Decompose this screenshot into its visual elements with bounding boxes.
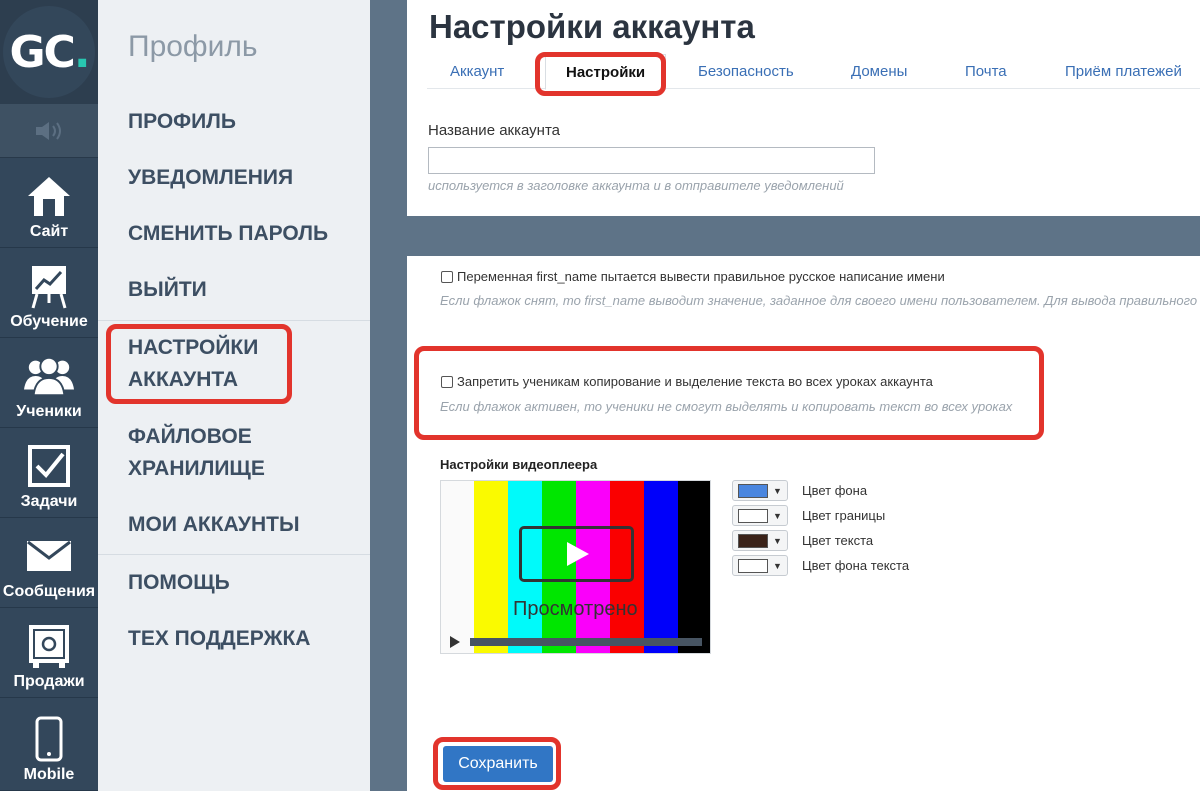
- tab-domains[interactable]: Домены: [851, 63, 907, 80]
- speaker-icon[interactable]: [0, 104, 98, 158]
- no-copy-checkbox[interactable]: [441, 375, 453, 388]
- tab-settings[interactable]: Настройки: [545, 54, 667, 90]
- play-icon: [566, 542, 589, 566]
- no-copy-hint: Если флажок активен, то ученики не смогу…: [440, 399, 1013, 414]
- color-label: Цвет фона: [802, 483, 868, 498]
- menu-divider: [98, 320, 370, 321]
- color-bar: [678, 481, 710, 653]
- color-swatch: [738, 508, 768, 523]
- account-name-label: Название аккаунта: [428, 122, 560, 139]
- menu-item-change-password[interactable]: СМЕНИТЬ ПАРОЛЬ: [128, 218, 328, 250]
- color-swatch: [738, 558, 768, 573]
- color-picker[interactable]: ▼: [732, 505, 788, 526]
- nav-tasks[interactable]: Задачи: [0, 428, 98, 518]
- checkbox-icon: [24, 441, 74, 491]
- tab-account[interactable]: Аккаунт: [450, 63, 504, 80]
- color-bar: [474, 481, 508, 653]
- color-swatch: [738, 483, 768, 498]
- menu-item-notifications[interactable]: УВЕДОМЛЕНИЯ: [128, 162, 293, 194]
- nav-mobile[interactable]: Mobile: [0, 698, 98, 791]
- nav-sales[interactable]: Продажи: [0, 608, 98, 698]
- color-option-background: ▼ Цвет фона: [732, 480, 867, 501]
- tab-payments[interactable]: Приём платежей: [1065, 63, 1182, 80]
- nav-tasks-label: Задачи: [20, 493, 78, 510]
- nav-messages[interactable]: Сообщения: [0, 518, 98, 608]
- player-play-icon[interactable]: [450, 636, 460, 648]
- color-swatch: [738, 533, 768, 548]
- nav-students[interactable]: Ученики: [0, 338, 98, 428]
- progress-bar[interactable]: [470, 638, 702, 646]
- logo-badge: GC.: [3, 6, 95, 98]
- color-option-border: ▼ Цвет границы: [732, 505, 885, 526]
- color-label: Цвет текста: [802, 533, 874, 548]
- page-title: Настройки аккаунта: [429, 8, 755, 45]
- settings-panel: Переменная first_name пытается вывести п…: [407, 256, 1200, 791]
- phone-icon: [24, 714, 74, 764]
- logo[interactable]: GC.: [0, 0, 98, 104]
- color-picker[interactable]: ▼: [732, 555, 788, 576]
- envelope-icon: [24, 531, 74, 581]
- nav-students-label: Ученики: [16, 403, 82, 420]
- menu-item-profile[interactable]: ПРОФИЛЬ: [128, 106, 236, 138]
- house-icon: [24, 171, 74, 221]
- menu-item-my-accounts[interactable]: МОИ АККАУНТЫ: [128, 509, 300, 541]
- nav-site-label: Сайт: [29, 223, 69, 240]
- first-name-hint: Если флажок снят, то first_name выводит …: [440, 293, 1198, 308]
- nav-site[interactable]: Сайт: [0, 158, 98, 248]
- profile-menu: Профиль ПРОФИЛЬ УВЕДОМЛЕНИЯ СМЕНИТЬ ПАРО…: [98, 0, 370, 791]
- chart-board-icon: [24, 261, 74, 311]
- first-name-option[interactable]: Переменная first_name пытается вывести п…: [441, 269, 945, 284]
- first-name-checkbox[interactable]: [441, 270, 453, 283]
- tabs-bar: Аккаунт Настройки Безопасность Домены По…: [427, 54, 1200, 90]
- video-preview: Просмотрено: [440, 480, 711, 654]
- account-name-input[interactable]: [428, 147, 875, 174]
- menu-divider: [98, 554, 370, 555]
- no-copy-label: Запретить ученикам копирование и выделен…: [457, 374, 933, 389]
- no-copy-option[interactable]: Запретить ученикам копирование и выделен…: [441, 374, 933, 389]
- menu-item-tech-support[interactable]: ТЕХ ПОДДЕРЖКА: [128, 623, 310, 655]
- first-name-label: Переменная first_name пытается вывести п…: [457, 269, 945, 284]
- safe-icon: [24, 621, 74, 671]
- color-picker[interactable]: ▼: [732, 530, 788, 551]
- color-bar: [644, 481, 678, 653]
- color-label: Цвет границы: [802, 508, 886, 523]
- color-option-text-background: ▼ Цвет фона текста: [732, 555, 909, 576]
- caret-down-icon: ▼: [773, 535, 782, 546]
- menu-item-logout[interactable]: ВЫЙТИ: [128, 274, 207, 306]
- nav-messages-label: Сообщения: [2, 583, 96, 600]
- play-button[interactable]: [519, 526, 634, 582]
- nav-learning-label: Обучение: [10, 313, 88, 330]
- tab-mail[interactable]: Почта: [965, 63, 1007, 80]
- menu-item-file-storage[interactable]: ФАЙЛОВОЕ ХРАНИЛИЩЕ: [128, 421, 288, 485]
- caret-down-icon: ▼: [773, 485, 782, 496]
- icon-sidebar: GC. Сайт Обучение Ученики Задачи Сообщен…: [0, 0, 98, 791]
- menu-item-help[interactable]: ПОМОЩЬ: [128, 567, 230, 599]
- nav-sales-label: Продажи: [13, 673, 85, 690]
- color-picker[interactable]: ▼: [732, 480, 788, 501]
- nav-mobile-label: Mobile: [23, 766, 75, 783]
- video-player-title: Настройки видеоплеера: [440, 457, 598, 472]
- logo-text: GC.: [9, 26, 90, 78]
- watched-label: Просмотрено: [513, 598, 638, 620]
- color-option-text: ▼ Цвет текста: [732, 530, 873, 551]
- account-name-hint: используется в заголовке аккаунта и в от…: [428, 178, 844, 193]
- save-button[interactable]: Сохранить: [443, 746, 553, 782]
- caret-down-icon: ▼: [773, 560, 782, 571]
- nav-learning[interactable]: Обучение: [0, 248, 98, 338]
- tab-security[interactable]: Безопасность: [698, 63, 794, 80]
- caret-down-icon: ▼: [773, 510, 782, 521]
- account-panel: Настройки аккаунта Аккаунт Настройки Без…: [407, 0, 1200, 216]
- menu-title: Профиль: [128, 30, 258, 63]
- users-icon: [24, 351, 74, 401]
- menu-item-account-settings[interactable]: НАСТРОЙКИ АККАУНТА: [128, 332, 288, 396]
- color-label: Цвет фона текста: [802, 558, 910, 573]
